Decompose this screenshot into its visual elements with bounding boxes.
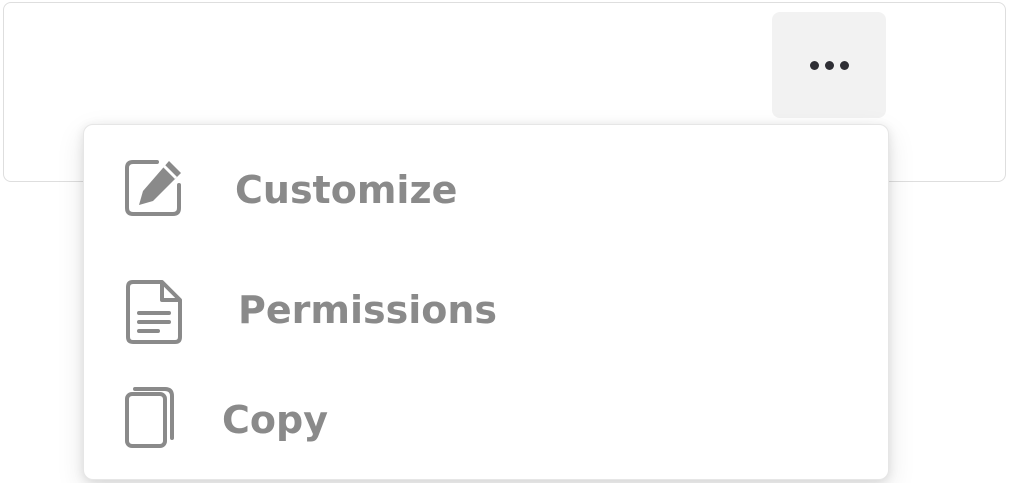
menu-item-copy[interactable]: Copy — [84, 385, 888, 455]
menu-item-permissions[interactable]: Permissions — [84, 277, 888, 347]
menu-item-label: Permissions — [238, 288, 498, 332]
menu-item-label: Customize — [235, 168, 458, 212]
screen: Customize Permissions Copy — [0, 0, 1013, 483]
edit-icon — [125, 160, 181, 216]
menu-item-label: Copy — [222, 398, 328, 442]
menu-item-customize[interactable]: Customize — [84, 155, 888, 225]
more-options-button[interactable] — [772, 12, 886, 118]
document-icon — [126, 280, 182, 344]
dropdown-menu: Customize Permissions Copy — [83, 124, 889, 480]
copy-icon — [125, 387, 174, 448]
more-horizontal-icon — [809, 60, 849, 70]
